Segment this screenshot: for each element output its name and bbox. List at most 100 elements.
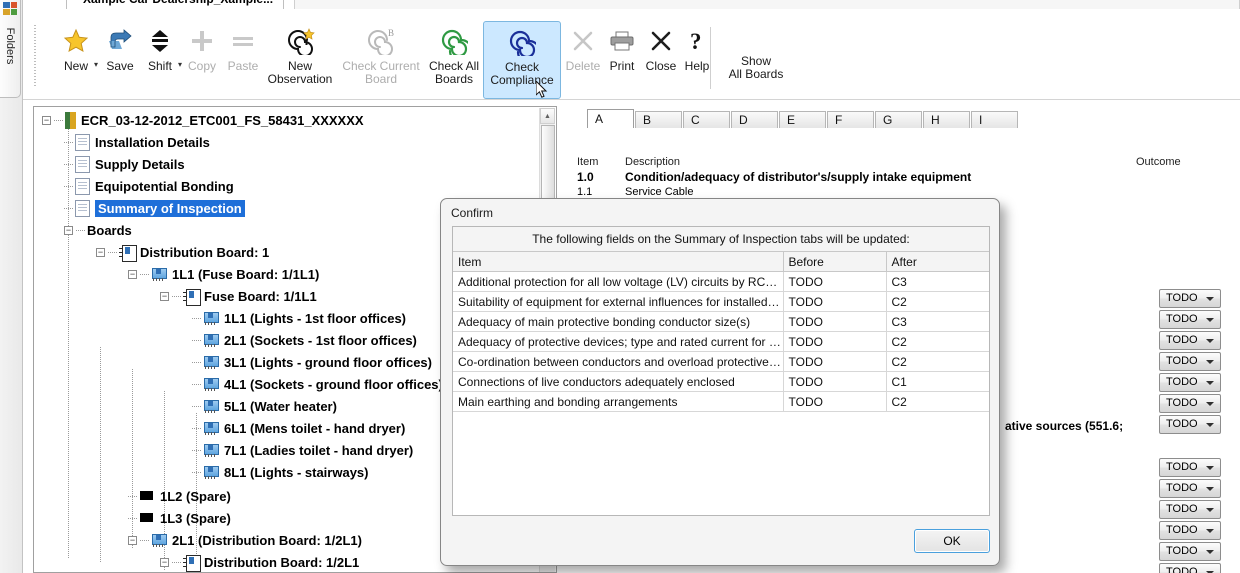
chevron-down-icon[interactable] (1206, 487, 1214, 491)
tab-b[interactable]: B (635, 111, 682, 129)
check-all-boards-button[interactable]: Check All Boards (422, 23, 486, 95)
folders-dock-strip: Folders (0, 0, 23, 573)
chevron-down-icon[interactable] (1206, 402, 1214, 406)
tree-node-2l1-sockets-1st-floor[interactable]: 2L1 (Sockets - 1st floor offices) (192, 329, 417, 351)
outcome-dropdown[interactable]: TODO (1159, 352, 1221, 371)
chevron-down-icon[interactable] (1206, 360, 1214, 364)
chevron-down-icon[interactable] (1206, 550, 1214, 554)
check-current-board-button[interactable]: B Check Current Board (338, 23, 424, 95)
expander-minus-icon[interactable]: − (64, 225, 73, 235)
tree-node-7l1-ladies-toilet[interactable]: 7L1 (Ladies toilet - hand dryer) (192, 439, 413, 461)
chevron-down-icon[interactable] (1206, 339, 1214, 343)
outcome-dropdown[interactable]: TODO (1159, 289, 1221, 308)
save-button[interactable]: Save (98, 23, 142, 95)
chevron-down-icon[interactable] (1206, 423, 1214, 427)
tree-node-6l1-mens-toilet[interactable]: 6L1 (Mens toilet - hand dryer) (192, 417, 405, 439)
chevron-down-icon[interactable] (1206, 318, 1214, 322)
help-button[interactable]: ? Help (678, 23, 716, 95)
paste-button[interactable]: Paste (220, 23, 266, 95)
tree-node-5l1-water-heater[interactable]: 5L1 (Water heater) (192, 395, 337, 417)
table-row[interactable]: Additional protection for all low voltag… (453, 271, 989, 292)
table-row[interactable]: Co-ordination between conductors and ove… (453, 351, 989, 372)
outcome-dropdown[interactable]: TODO (1159, 542, 1221, 561)
copy-button[interactable]: Copy (180, 23, 224, 95)
table-row[interactable]: Connections of live conductors adequatel… (453, 371, 989, 392)
tree-node-boards[interactable]: − Boards (64, 219, 132, 241)
grid-header-item[interactable]: Item (453, 252, 784, 272)
tab-c[interactable]: C (683, 111, 730, 129)
tree-node-label: Fuse Board: 1/1L1 (204, 288, 317, 304)
expander-minus-icon[interactable]: − (96, 247, 105, 257)
outcome-dropdown[interactable]: TODO (1159, 500, 1221, 519)
spiral-b-icon: B (366, 24, 396, 58)
tab-e[interactable]: E (779, 111, 826, 129)
tree-node-distribution-board-1-2l1[interactable]: − Distribution Board: 1/2L1 (160, 551, 359, 572)
shift-button[interactable]: Shift ▾ (138, 23, 182, 95)
tree-node-installation-details[interactable]: Installation Details (64, 131, 210, 153)
expander-minus-icon[interactable]: − (160, 291, 169, 301)
new-button[interactable]: New ▾ (52, 23, 100, 95)
tree-node-2l1-distribution-board[interactable]: − 2L1 (Distribution Board: 1/2L1) (128, 529, 362, 551)
close-button[interactable]: Close (640, 23, 682, 95)
tree-node-1l1-lights-1st-floor[interactable]: 1L1 (Lights - 1st floor offices) (192, 307, 406, 329)
tab-a[interactable]: A (587, 109, 634, 129)
tree-node-4l1-sockets-ground-floor[interactable]: 4L1 (Sockets - ground floor offices) (192, 373, 443, 395)
outcome-dropdown[interactable]: TODO (1159, 415, 1221, 434)
tree-node-summary-of-inspection[interactable]: Summary of Inspection (64, 197, 245, 219)
circuit-icon (151, 533, 167, 547)
table-row[interactable]: Suitability of equipment for external in… (453, 291, 989, 312)
tree-node-3l1-lights-ground-floor[interactable]: 3L1 (Lights - ground floor offices) (192, 351, 432, 373)
tree-node-1l1-fuse-board[interactable]: − 1L1 (Fuse Board: 1/1L1) (128, 263, 319, 285)
outcome-dropdown[interactable]: TODO (1159, 373, 1221, 392)
outcome-dropdown[interactable]: TODO (1159, 394, 1221, 413)
tree-node-1l3-spare[interactable]: 1L3 (Spare) (128, 507, 231, 529)
check-compliance-button[interactable]: Check Compliance (483, 21, 561, 99)
updates-grid[interactable]: Item Before After Additional protection … (453, 252, 989, 412)
paste-button-label: Paste (227, 59, 259, 73)
tab-g[interactable]: G (875, 111, 922, 129)
outcome-dropdown[interactable]: TODO (1159, 479, 1221, 498)
folders-tab[interactable]: Folders (0, 0, 21, 98)
grid-header-after[interactable]: After (886, 252, 989, 272)
tree-node-supply-details[interactable]: Supply Details (64, 153, 185, 175)
tree-node-root[interactable]: − ECR_03-12-2012_ETC001_FS_58431_XXXXXX (42, 109, 364, 131)
tab-h[interactable]: H (923, 111, 970, 129)
tree-node-equipotential-bonding[interactable]: Equipotential Bonding (64, 175, 234, 197)
chevron-down-icon[interactable] (1206, 529, 1214, 533)
tab-d[interactable]: D (731, 111, 778, 129)
chevron-down-icon[interactable] (1206, 466, 1214, 470)
chevron-down-icon[interactable] (1206, 381, 1214, 385)
expander-minus-icon[interactable]: − (160, 557, 169, 567)
expander-minus-icon[interactable]: − (128, 269, 137, 279)
outcome-dropdown[interactable]: TODO (1159, 310, 1221, 329)
table-row[interactable]: Adequacy of protective devices; type and… (453, 331, 989, 352)
board-icon (183, 288, 201, 306)
outcome-dropdown[interactable]: TODO (1159, 521, 1221, 540)
table-row[interactable]: Adequacy of main protective bonding cond… (453, 311, 989, 332)
chevron-down-icon[interactable] (1206, 508, 1214, 512)
delete-button[interactable]: Delete (562, 23, 604, 95)
tree-node-1l2-spare[interactable]: 1L2 (Spare) (128, 485, 231, 507)
print-button[interactable]: Print (602, 23, 642, 95)
scroll-up-arrow-icon[interactable]: ▲ (540, 108, 555, 124)
spiral-green-icon (440, 24, 468, 58)
outcome-dropdown[interactable]: TODO (1159, 331, 1221, 350)
spare-icon (139, 512, 155, 524)
ok-button[interactable]: OK (914, 529, 990, 553)
tree-node-fuse-board-1-1l1[interactable]: − Fuse Board: 1/1L1 (160, 285, 317, 307)
expander-minus-icon[interactable]: − (128, 535, 137, 545)
tab-f[interactable]: F (827, 111, 874, 129)
new-observation-button[interactable]: New Observation (262, 23, 338, 95)
chevron-down-icon[interactable] (1206, 297, 1214, 301)
outcome-dropdown[interactable]: TODO (1159, 563, 1221, 573)
save-disk-icon (106, 24, 134, 58)
cell-item: Additional protection for all low voltag… (453, 271, 784, 292)
expander-minus-icon[interactable]: − (42, 115, 51, 125)
grid-header-before[interactable]: Before (783, 252, 887, 272)
show-all-boards-button[interactable]: Show All Boards (720, 23, 792, 95)
tree-node-8l1-lights-stairways[interactable]: 8L1 (Lights - stairways) (192, 461, 368, 483)
tree-node-distribution-board-1[interactable]: − Distribution Board: 1 (96, 241, 269, 263)
tab-i[interactable]: I (971, 111, 1018, 129)
outcome-dropdown[interactable]: TODO (1159, 458, 1221, 477)
table-row[interactable]: Main earthing and bonding arrangements T… (453, 391, 989, 412)
